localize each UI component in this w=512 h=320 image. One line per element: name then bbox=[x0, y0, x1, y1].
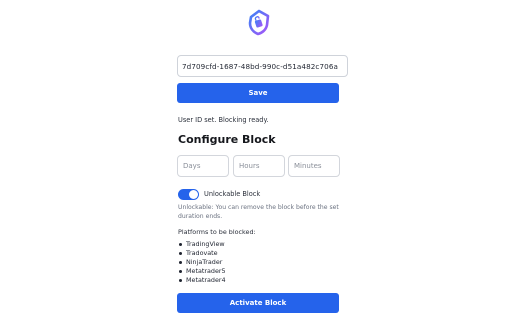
user-id-input[interactable] bbox=[177, 55, 348, 77]
platform-item: Metatrader4 bbox=[178, 276, 226, 285]
unlockable-toggle[interactable] bbox=[178, 189, 199, 200]
platform-name: Metatrader4 bbox=[186, 276, 226, 284]
minutes-input[interactable] bbox=[288, 155, 340, 177]
hours-input[interactable] bbox=[233, 155, 285, 177]
platform-name: Metatrader5 bbox=[186, 267, 226, 275]
save-button[interactable]: Save bbox=[177, 83, 339, 103]
toggle-knob bbox=[189, 190, 198, 199]
configure-block-heading: Configure Block bbox=[178, 133, 276, 146]
platform-name: NinjaTrader bbox=[186, 258, 223, 266]
platforms-title: Platforms to be blocked: bbox=[178, 228, 256, 236]
platform-item: Tradovate bbox=[178, 249, 226, 258]
platform-name: Tradovate bbox=[186, 249, 218, 257]
days-input[interactable] bbox=[177, 155, 229, 177]
platform-item: Metatrader5 bbox=[178, 267, 226, 276]
platform-name: TradingView bbox=[186, 240, 225, 248]
bullet-icon bbox=[179, 252, 182, 255]
bullet-icon bbox=[179, 261, 182, 264]
platform-item: TradingView bbox=[178, 240, 226, 249]
status-message: User ID set. Blocking ready. bbox=[178, 116, 269, 124]
shield-lock-logo-icon bbox=[248, 9, 270, 36]
bullet-icon bbox=[179, 270, 182, 273]
unlockable-label: Unlockable Block bbox=[204, 190, 261, 198]
activate-block-button[interactable]: Activate Block bbox=[177, 293, 339, 313]
unlockable-note: Unlockable: You can remove the block bef… bbox=[178, 204, 339, 220]
platform-item: NinjaTrader bbox=[178, 258, 226, 267]
bullet-icon bbox=[179, 279, 182, 282]
popup-container: Save User ID set. Blocking ready. Config… bbox=[0, 0, 512, 320]
platform-list: TradingView Tradovate NinjaTrader Metatr… bbox=[178, 240, 226, 285]
bullet-icon bbox=[179, 243, 182, 246]
